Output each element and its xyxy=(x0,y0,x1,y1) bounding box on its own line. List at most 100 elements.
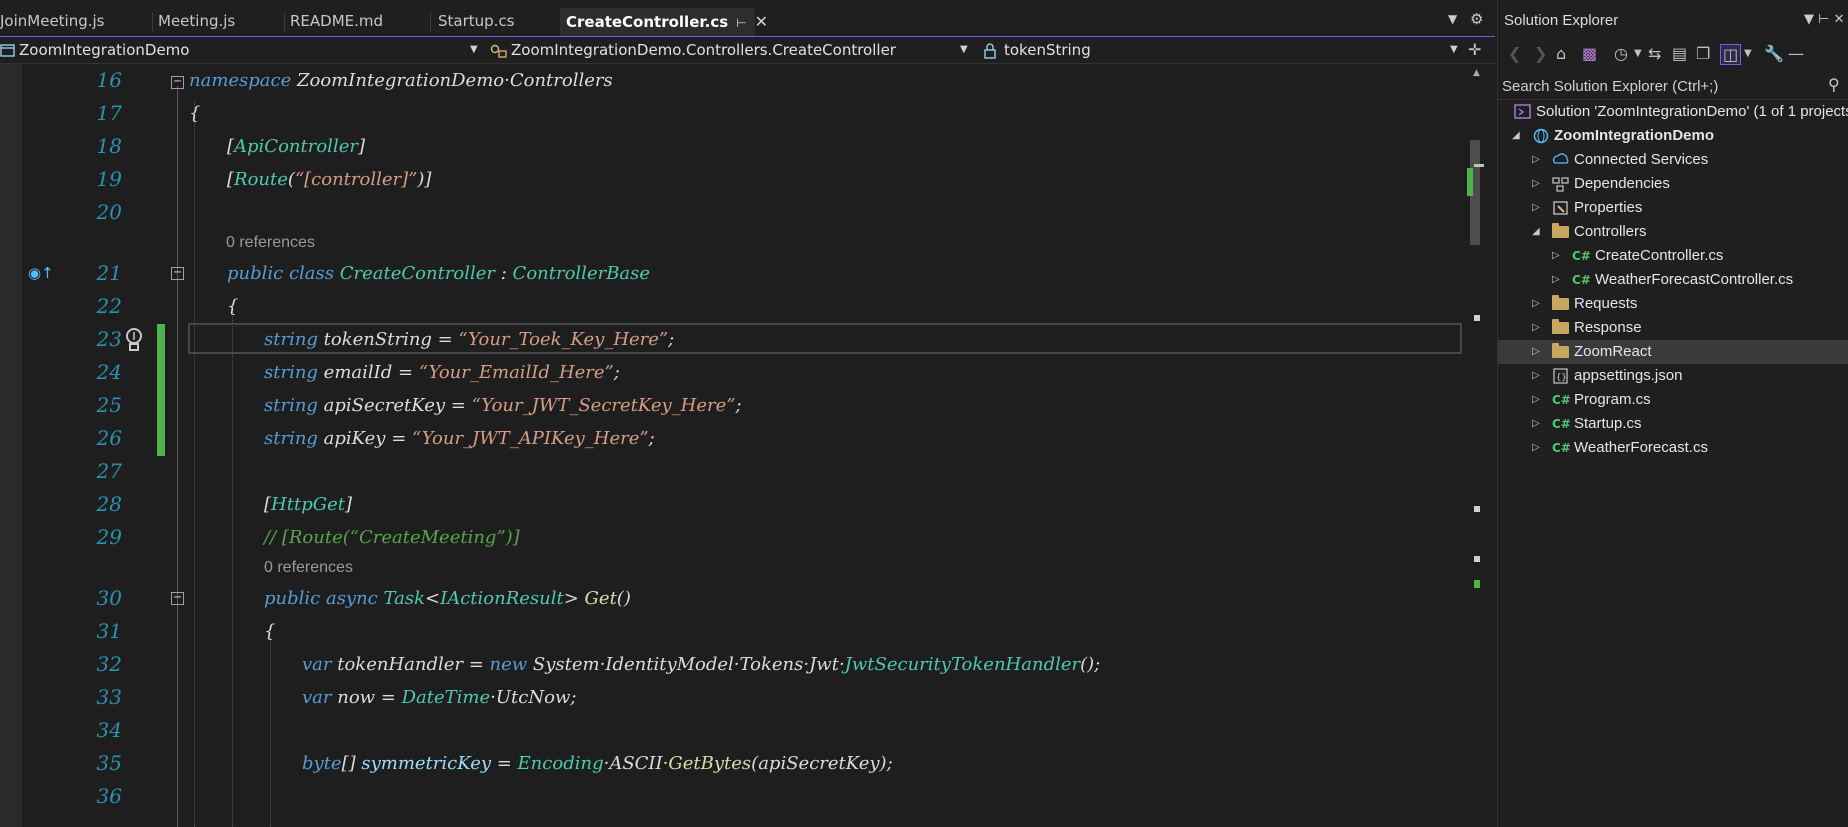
tree-item-appsettings[interactable]: ▷ {} appsettings.json xyxy=(1498,364,1848,388)
tab-readme-md[interactable]: README.md xyxy=(284,8,389,34)
tree-item-properties[interactable]: ▷ Properties xyxy=(1498,196,1848,220)
scroll-up-arrow-icon[interactable]: ▲ xyxy=(1473,68,1480,78)
tree-item-label: WeatherForecast.cs xyxy=(1574,439,1708,456)
collapsed-arrow-icon[interactable]: ▷ xyxy=(1532,196,1540,220)
code-text: { xyxy=(264,621,276,642)
preview-selected-items-icon[interactable]: ◫ xyxy=(1720,44,1742,65)
tree-item-label: Solution 'ZoomIntegrationDemo' (1 of 1 p… xyxy=(1536,103,1848,120)
collapsed-arrow-icon[interactable]: ▷ xyxy=(1552,268,1560,292)
show-all-files-icon[interactable]: ❐ xyxy=(1696,44,1710,63)
collapsed-arrow-icon[interactable]: ▷ xyxy=(1532,148,1540,172)
chevron-down-icon[interactable]: ▼ xyxy=(1634,48,1642,59)
line-number: 34 xyxy=(96,718,122,742)
tree-item-weatherforecast[interactable]: ▷ C# WeatherForecast.cs xyxy=(1498,436,1848,460)
back-icon[interactable]: ❮ xyxy=(1508,44,1521,63)
line-number: 29 xyxy=(96,525,122,549)
change-marker xyxy=(1474,580,1480,588)
line-number: 20 xyxy=(96,200,122,224)
tree-item-weatherforecastcontroller[interactable]: ▷ C# WeatherForecastController.cs xyxy=(1498,268,1848,292)
collapsed-arrow-icon[interactable]: ▷ xyxy=(1552,244,1560,268)
json-file-icon: {} xyxy=(1553,368,1568,384)
project-dropdown[interactable]: ZoomIntegrationDemo ▼ xyxy=(0,37,485,63)
search-input[interactable] xyxy=(1502,74,1822,98)
line-number: 17 xyxy=(96,101,122,125)
code-line-21: 21 public class CreateController : Contr… xyxy=(0,257,1463,290)
search-icon[interactable]: ⚲ xyxy=(1828,75,1840,94)
collapsed-arrow-icon[interactable]: ▷ xyxy=(1532,436,1540,460)
tab-label: JoinMeeting.js xyxy=(0,12,105,30)
code-text: var tokenHandler = new System·IdentityMo… xyxy=(302,654,1101,675)
tree-item-label: Requests xyxy=(1574,295,1638,312)
collapsed-arrow-icon[interactable]: ▷ xyxy=(1532,364,1540,388)
sync-icon[interactable]: ⇆ xyxy=(1648,44,1661,63)
codelens-references[interactable]: 0 references xyxy=(264,557,353,579)
properties-icon[interactable]: — xyxy=(1788,44,1804,63)
collapsed-arrow-icon[interactable]: ▷ xyxy=(1532,388,1540,412)
collapsed-arrow-icon[interactable]: ▷ xyxy=(1532,316,1540,340)
folder-icon xyxy=(1552,295,1570,312)
collapse-all-icon[interactable]: ▤ xyxy=(1672,44,1687,63)
collapsed-arrow-icon[interactable]: ▷ xyxy=(1532,340,1540,364)
pin-icon[interactable]: ⊢ xyxy=(1818,12,1829,27)
csharp-file-icon: C# xyxy=(1552,417,1571,431)
collapsed-arrow-icon[interactable]: ▷ xyxy=(1532,412,1540,436)
tree-item-solution[interactable]: Solution 'ZoomIntegrationDemo' (1 of 1 p… xyxy=(1498,100,1848,124)
close-icon[interactable]: ✕ xyxy=(755,12,768,31)
tree-item-response[interactable]: ▷ Response xyxy=(1498,316,1848,340)
line-number: 16 xyxy=(96,68,122,92)
pending-changes-icon[interactable]: ◷ xyxy=(1614,44,1628,63)
tab-meeting-js[interactable]: Meeting.js xyxy=(152,8,241,34)
tree-item-dependencies[interactable]: ▷ Dependencies xyxy=(1498,172,1848,196)
chevron-down-icon[interactable]: ▼ xyxy=(1744,48,1752,59)
code-text: { xyxy=(227,296,239,317)
tree-item-label: Dependencies xyxy=(1574,175,1670,192)
code-line-28: 28 [HttpGet] xyxy=(0,488,1463,521)
pin-icon[interactable]: ⊢ xyxy=(736,16,746,30)
line-number: 22 xyxy=(96,294,122,318)
member-dropdown-value: tokenString xyxy=(1004,41,1091,59)
chevron-down-icon[interactable]: ▼ xyxy=(1448,12,1457,26)
line-number: 18 xyxy=(96,134,122,158)
tree-item-project[interactable]: ◢ ZoomIntegrationDemo xyxy=(1498,124,1848,148)
connected-services-icon xyxy=(1553,153,1569,164)
chevron-down-icon[interactable]: ▼ xyxy=(1804,12,1814,27)
tab-createcontroller-cs[interactable]: CreateController.cs ⊢ ✕ xyxy=(560,8,768,36)
forward-icon[interactable]: ❯ xyxy=(1534,44,1547,63)
vertical-scrollbar[interactable] xyxy=(1466,82,1484,827)
code-text: var now = DateTime·UtcNow; xyxy=(302,687,577,708)
tree-item-controllers[interactable]: ◢ Controllers xyxy=(1498,220,1848,244)
navigation-bar: ZoomIntegrationDemo ▼ ZoomIntegrationDem… xyxy=(0,37,1495,64)
tree-item-zoomreact[interactable]: ▷ ZoomReact xyxy=(1498,340,1848,364)
code-editor[interactable]: − − − ◉↑ 16 namespace ZoomIntegrationDem… xyxy=(0,64,1463,827)
expanded-arrow-icon[interactable]: ◢ xyxy=(1532,220,1540,244)
tree-item-label: ZoomReact xyxy=(1574,343,1652,360)
code-text: public async Task<IActionResult> Get() xyxy=(264,588,631,609)
member-dropdown[interactable]: tokenString ▼ xyxy=(983,37,1464,63)
type-dropdown[interactable]: ZoomIntegrationDemo.Controllers.CreateCo… xyxy=(490,37,974,63)
switch-views-icon[interactable]: ▩ xyxy=(1582,44,1597,63)
code-line-24: 24 string emailId = “Your_EmailId_Here”; xyxy=(0,356,1463,389)
collapsed-arrow-icon[interactable]: ▷ xyxy=(1532,292,1540,316)
code-line-18: 18 [ApiController] xyxy=(0,130,1463,163)
tree-item-startup[interactable]: ▷ C# Startup.cs xyxy=(1498,412,1848,436)
code-text: string tokenString = “Your_Toek_Key_Here… xyxy=(264,329,675,350)
collapsed-arrow-icon[interactable]: ▷ xyxy=(1532,172,1540,196)
gear-icon[interactable]: ⚙ xyxy=(1470,10,1483,28)
split-window-icon[interactable]: ✛ xyxy=(1468,40,1481,59)
home-icon[interactable]: ⌂ xyxy=(1556,44,1566,63)
tab-startup-cs[interactable]: Startup.cs xyxy=(432,8,521,34)
expanded-arrow-icon[interactable]: ◢ xyxy=(1512,124,1520,148)
csharp-file-icon: C# xyxy=(1572,249,1591,263)
tree-item-program[interactable]: ▷ C# Program.cs xyxy=(1498,388,1848,412)
tab-joinmeeting-js[interactable]: JoinMeeting.js xyxy=(0,8,111,34)
tree-item-requests[interactable]: ▷ Requests xyxy=(1498,292,1848,316)
close-icon[interactable]: ✕ xyxy=(1834,12,1845,27)
tree-item-createcontroller[interactable]: ▷ C# CreateController.cs xyxy=(1498,244,1848,268)
class-icon xyxy=(490,44,507,58)
wrench-icon[interactable]: 🔧 xyxy=(1764,44,1784,63)
tree-item-connected-services[interactable]: ▷ Connected Services xyxy=(1498,148,1848,172)
codelens-references[interactable]: 0 references xyxy=(226,232,315,254)
line-number: 32 xyxy=(96,652,122,676)
code-line-36: 36 xyxy=(0,780,1463,813)
type-dropdown-value: ZoomIntegrationDemo.Controllers.CreateCo… xyxy=(511,41,896,59)
